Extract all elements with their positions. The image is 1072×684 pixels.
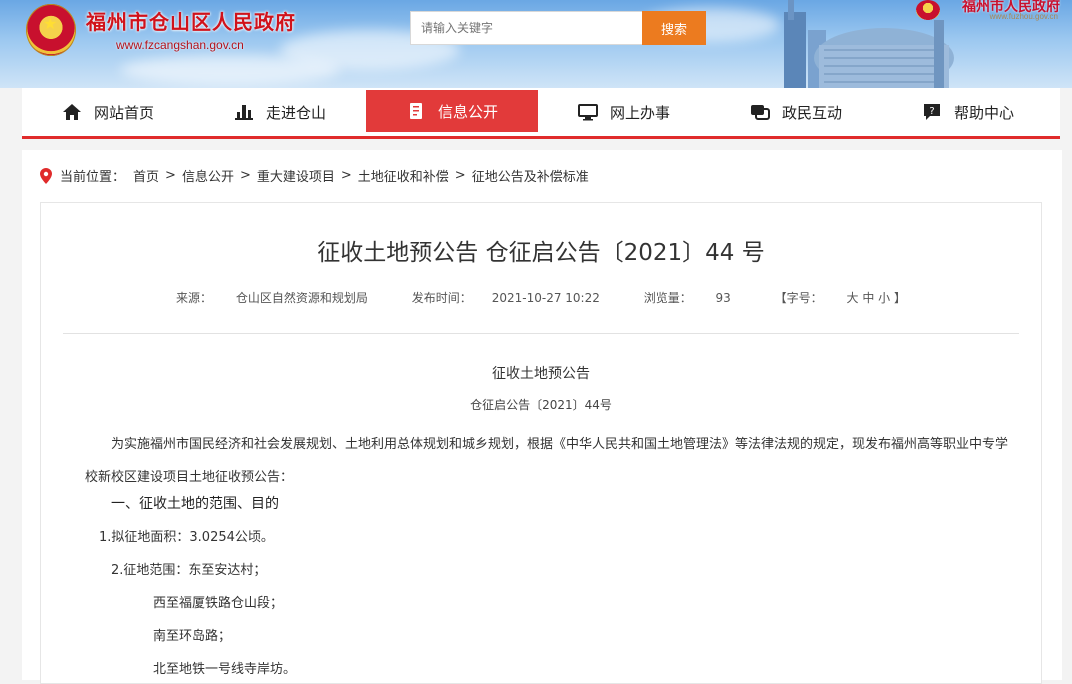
breadcrumb-info-disclosure[interactable]: 信息公开 — [182, 166, 234, 185]
help-icon: ? — [923, 104, 940, 120]
article-title: 征收土地预公告 仓征启公告〔2021〕44 号 — [317, 240, 765, 266]
divider — [63, 333, 1019, 334]
content-area: 当前位置： 首页 > 信息公开 > 重大建设项目 > 土地征收和补偿 > 征地公… — [22, 150, 1062, 684]
nav-public-interaction[interactable]: 政民互动 — [710, 88, 882, 136]
search-button[interactable]: 搜索 — [642, 11, 706, 45]
nav-online-services[interactable]: 网上办事 — [538, 88, 710, 136]
list-item: 1.拟征地面积：3.0254公顷。 — [99, 530, 274, 545]
list-item: 2.征地范围：东至安达村； — [111, 563, 267, 578]
location-pin-icon — [40, 167, 52, 184]
nav-label: 走进仓山 — [265, 103, 326, 122]
breadcrumb-land-acquisition[interactable]: 土地征收和补偿 — [358, 166, 449, 185]
date-label: 发布时间： — [411, 291, 472, 305]
source-label: 来源： — [176, 291, 213, 305]
cloud-decoration — [120, 55, 340, 85]
views-info: 浏览量： 93 — [634, 291, 741, 305]
chat-icon — [750, 105, 770, 120]
nav-label: 网上办事 — [609, 103, 670, 122]
section-heading: 一、征收土地的范围、目的 — [111, 496, 279, 512]
notice-number: 仓征启公告〔2021〕44号 — [470, 398, 612, 412]
national-emblem-icon: ★ — [26, 4, 76, 56]
font-size-label: 【字号： — [774, 291, 823, 305]
list-item: 南至环岛路； — [153, 629, 232, 644]
nav-home[interactable]: 网站首页 — [22, 88, 194, 136]
fuzhou-portal-url: www.fuzhou.gov.cn — [989, 12, 1058, 21]
document-icon — [409, 103, 422, 119]
list-item: 北至地铁一号线寺岸坊。 — [153, 662, 297, 677]
nav-information-disclosure[interactable]: 信息公开 — [366, 90, 538, 132]
site-url: www.fzcangshan.gov.cn — [116, 38, 244, 52]
site-header: ★ 福州市仓山区人民政府 www.fzcangshan.gov.cn 搜索 福州… — [0, 0, 1072, 88]
list-item: 西至福厦铁路仓山段； — [153, 596, 284, 611]
breadcrumb-major-projects[interactable]: 重大建设项目 — [257, 166, 335, 185]
breadcrumb-home[interactable]: 首页 — [133, 166, 159, 185]
views-value: 93 — [715, 291, 731, 305]
source-info: 来源： 仓山区自然资源和规划局 — [166, 291, 378, 305]
nav-label: 网站首页 — [93, 103, 154, 122]
search-input[interactable] — [410, 11, 642, 45]
body-title: 征收土地预公告 — [492, 366, 590, 382]
breadcrumb-separator: > — [340, 168, 352, 183]
site-title[interactable]: 福州市仓山区人民政府 — [86, 6, 296, 35]
date-info: 发布时间： 2021-10-27 10:22 — [402, 291, 610, 305]
city-emblem-icon — [916, 0, 940, 20]
home-icon — [62, 104, 81, 120]
article-meta: 来源： 仓山区自然资源和规划局 发布时间： 2021-10-27 10:22 浏览… — [41, 289, 1041, 306]
breadcrumb-current[interactable]: 征地公告及补偿标准 — [472, 166, 589, 185]
breadcrumb-prefix: 当前位置： — [60, 170, 126, 185]
nav-about-cangshan[interactable]: 走进仓山 — [194, 88, 366, 136]
main-navigation: 网站首页 走进仓山 信息公开 网上办事 政民互动 ? 帮助中心 — [22, 88, 1060, 139]
views-label: 浏览量： — [643, 291, 692, 305]
intro-paragraph: 为实施福州市国民经济和社会发展规划、土地利用总体规划和城乡规划，根据《中华人民共… — [85, 437, 1009, 485]
breadcrumb-separator: > — [454, 168, 466, 183]
nav-help-center[interactable]: ? 帮助中心 — [882, 88, 1054, 136]
breadcrumb-separator: > — [239, 168, 251, 183]
svg-text:?: ? — [929, 106, 934, 117]
nav-label: 帮助中心 — [953, 103, 1014, 122]
nav-label: 政民互动 — [781, 103, 842, 122]
source-value: 仓山区自然资源和规划局 — [235, 291, 368, 305]
date-value: 2021-10-27 10:22 — [491, 291, 600, 305]
article-panel: 征收土地预公告 仓征启公告〔2021〕44 号 来源： 仓山区自然资源和规划局 … — [40, 202, 1042, 684]
font-size-control[interactable]: 【字号： 大 中 小 】 — [765, 291, 916, 305]
nav-label: 信息公开 — [437, 102, 498, 121]
breadcrumb: 当前位置： 首页 > 信息公开 > 重大建设项目 > 土地征收和补偿 > 征地公… — [40, 166, 589, 185]
breadcrumb-separator: > — [165, 168, 176, 183]
search-bar: 搜索 — [410, 11, 706, 45]
city-icon — [234, 105, 253, 120]
font-size-options[interactable]: 大 中 小 】 — [847, 291, 906, 305]
monitor-icon — [577, 104, 598, 121]
